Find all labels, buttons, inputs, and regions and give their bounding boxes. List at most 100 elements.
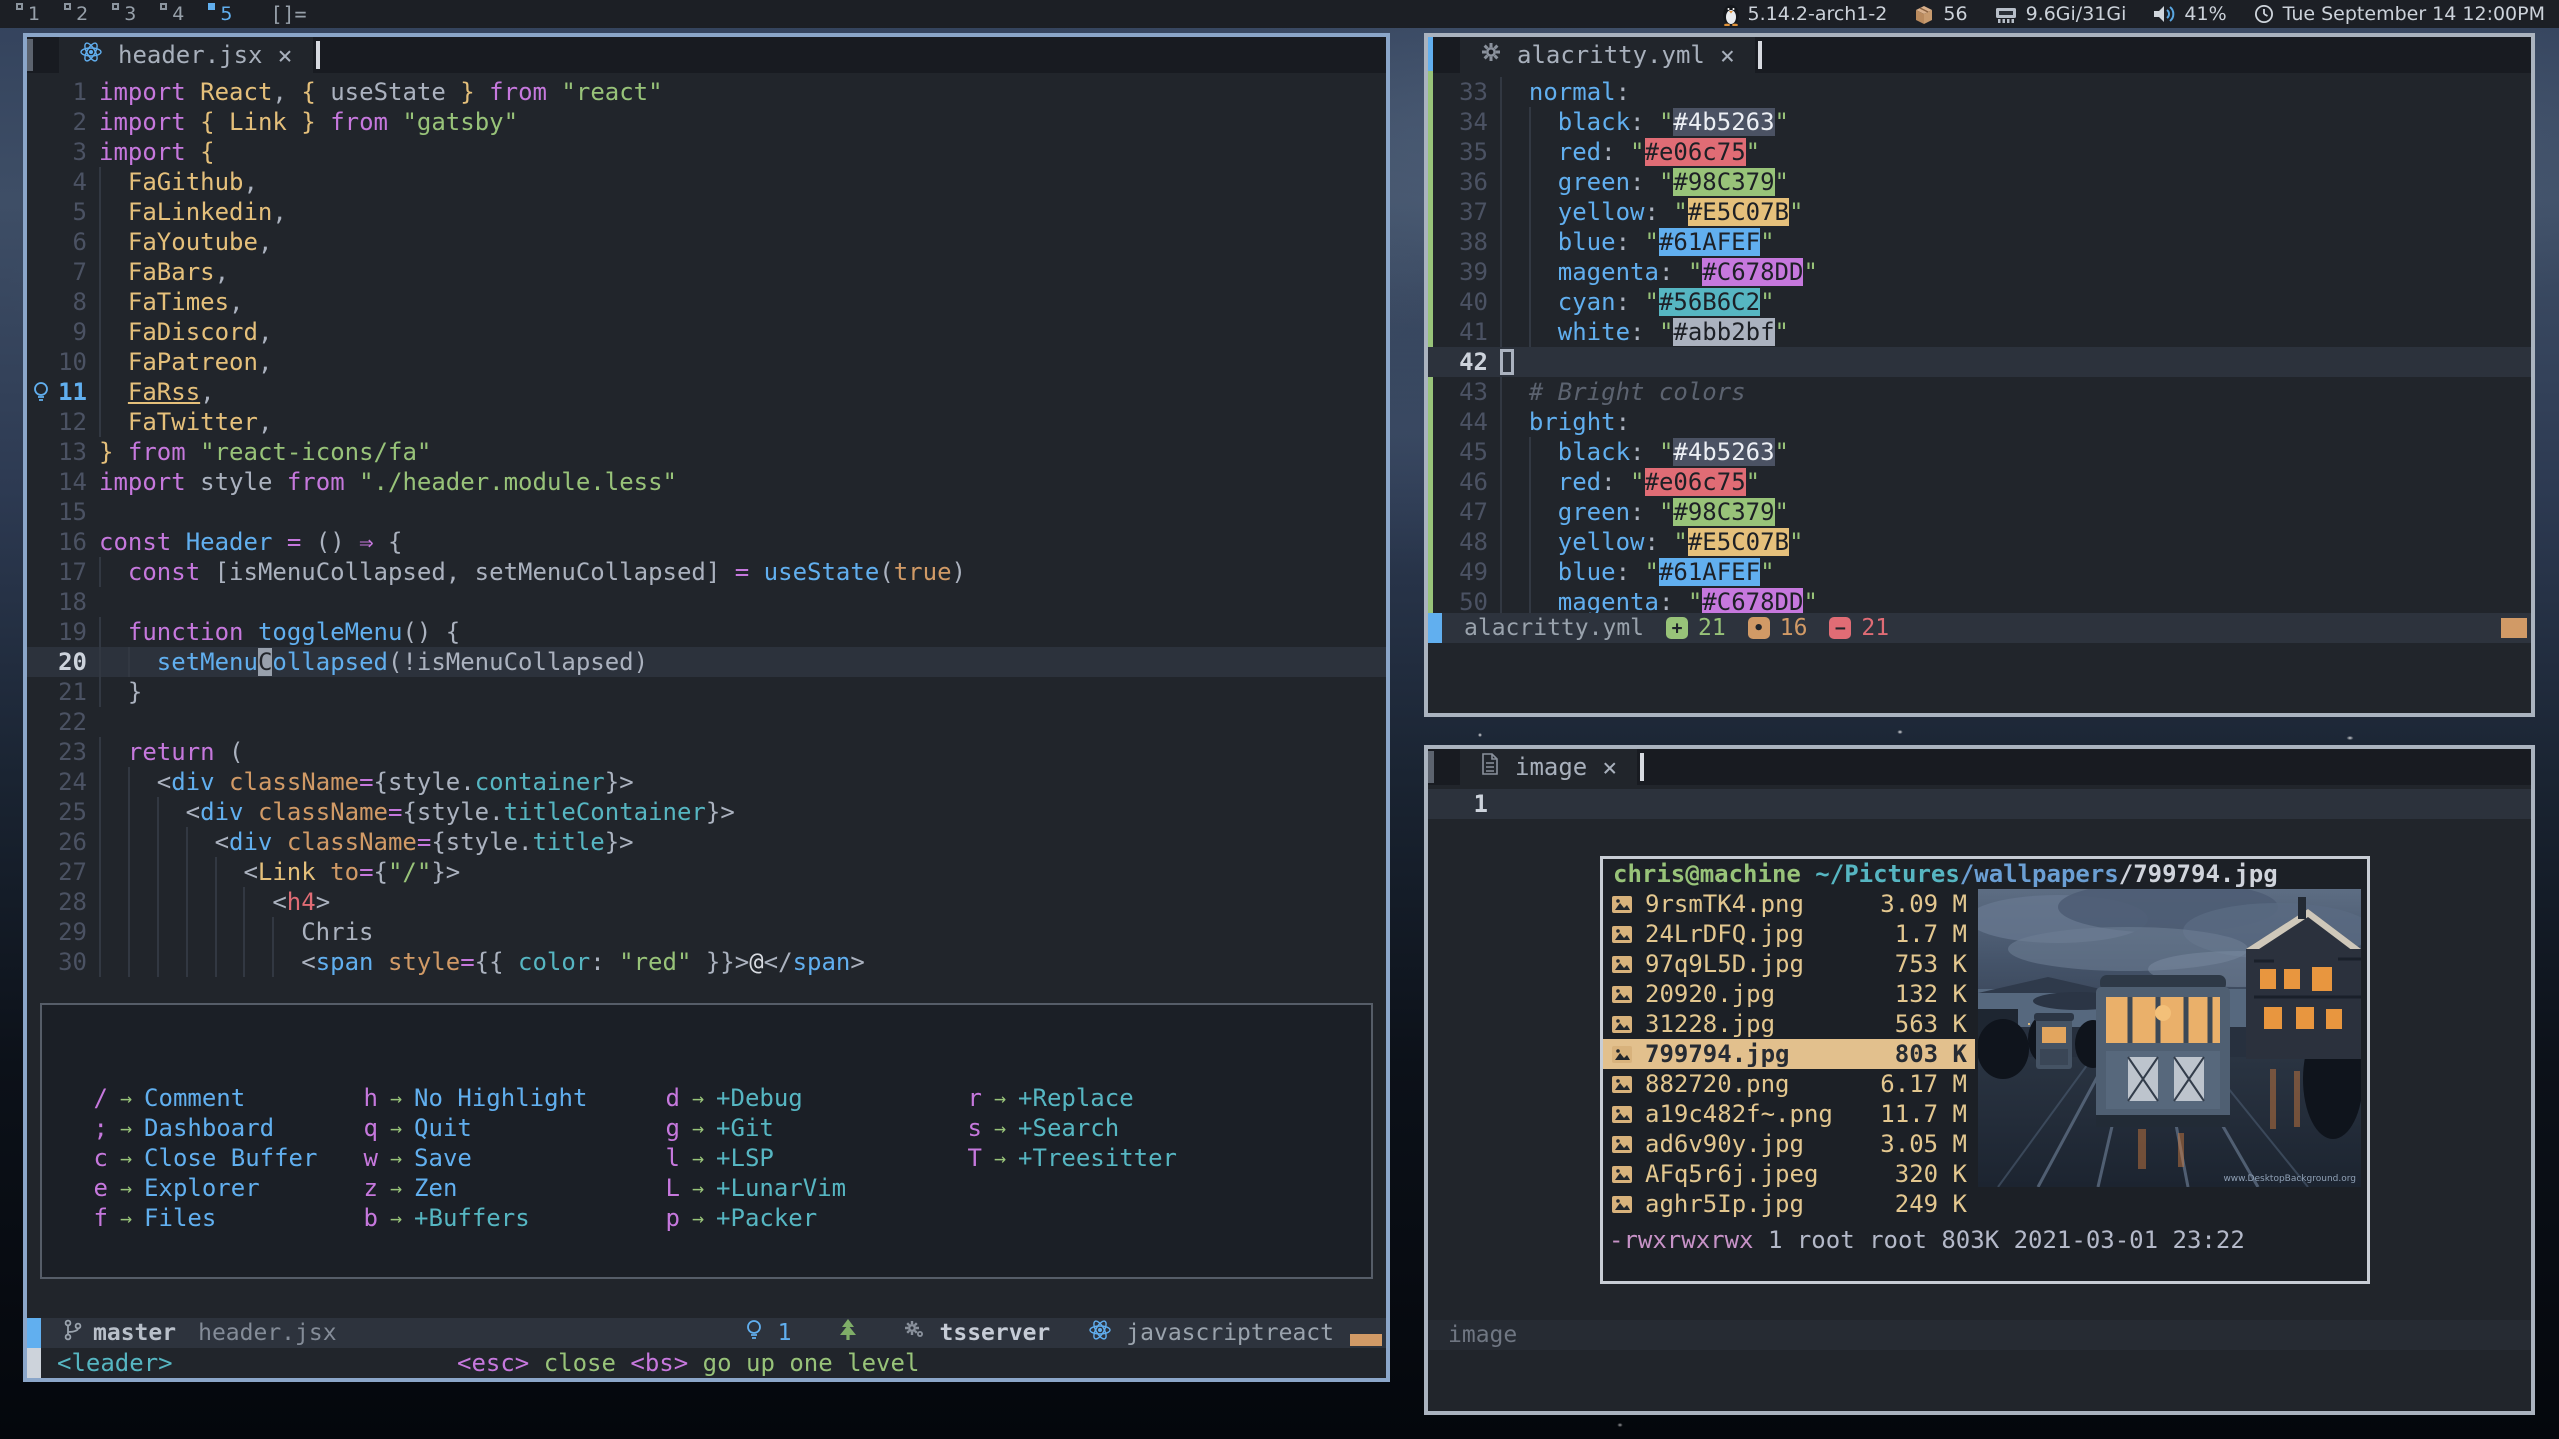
indent-guide: [1500, 287, 1529, 317]
keybinding--replace: r→+Replace: [960, 1083, 1177, 1113]
tab-title: header.jsx: [118, 41, 263, 69]
tab-alacritty-yml[interactable]: alacritty.yml ×: [1460, 37, 1755, 73]
file-row-ad6v90y.jpg[interactable]: ad6v90y.jpg3.05 M: [1603, 1129, 1975, 1159]
indent-guide: [99, 827, 128, 857]
layout-indicator[interactable]: []=: [270, 2, 306, 26]
code-buffer[interactable]: 1import React, { useState } from "react"…: [27, 73, 1386, 977]
keybinding-dashboard: ;→Dashboard: [86, 1113, 317, 1143]
file-row-97q9L5D.jpg[interactable]: 97q9L5D.jpg753 K: [1603, 949, 1975, 979]
file-row-31228.jpg[interactable]: 31228.jpg563 K: [1603, 1009, 1975, 1039]
close-icon[interactable]: ×: [1720, 41, 1735, 70]
code-line-37: 37yellow: "#E5C07B": [1428, 197, 2531, 227]
tabline-scroll-indicator: [1428, 751, 1434, 783]
diff-added-icon: +: [1666, 617, 1688, 639]
code-buffer[interactable]: 33normal:34black: "#4b5263"35red: "#e06c…: [1428, 73, 2531, 617]
indent-guide: [128, 947, 157, 977]
file-row-24LrDFQ.jpg[interactable]: 24LrDFQ.jpg1.7 M: [1603, 919, 1975, 949]
filetype: javascriptreact: [1126, 1320, 1334, 1346]
status-bar: 12345 []= 5.14.2-arch1-2569.6Gi/31Gi41%T…: [0, 0, 2559, 28]
code-line-3: 3import {: [27, 137, 1386, 167]
gear-icon: [1480, 41, 1502, 69]
code-line-34: 34black: "#4b5263": [1428, 107, 2531, 137]
workspace-4[interactable]: 4: [158, 3, 184, 25]
scroll-progress-indicator: [2501, 618, 2527, 638]
indent-guide: [1500, 527, 1529, 557]
statusline-filename: image: [1448, 1322, 1517, 1348]
file-row-a19c482f~.png[interactable]: a19c482f~.png11.7 M: [1603, 1099, 1975, 1129]
code-line-43: 43# Bright colors: [1428, 377, 2531, 407]
code-line-39: 39magenta: "#C678DD": [1428, 257, 2531, 287]
editor-window-image: image × 1 chris@machine ~/Pictures/wallp…: [1424, 745, 2535, 1415]
code-line-27: 27<Link to={"/"}>: [27, 857, 1386, 887]
line-number: 40: [1456, 287, 1488, 317]
line-number: 36: [1456, 167, 1488, 197]
line-number: 17: [55, 557, 87, 587]
keybinding--search: s→+Search: [960, 1113, 1177, 1143]
workspace-3[interactable]: 3: [110, 3, 136, 25]
tab-header-jsx[interactable]: header.jsx ×: [59, 37, 313, 73]
close-icon[interactable]: ×: [278, 41, 293, 70]
keybinding-explorer: e→Explorer: [86, 1173, 317, 1203]
lsp-server: tsserver: [940, 1320, 1051, 1346]
indent-guide: [1500, 407, 1529, 437]
indent-guide: [186, 917, 215, 947]
file-row-9rsmTK4.png[interactable]: 9rsmTK4.png3.09 M: [1603, 889, 1975, 919]
editor-window-alacritty-yml: alacritty.yml × 33normal:34black: "#4b52…: [1424, 33, 2535, 717]
workspace-1[interactable]: 1: [14, 3, 40, 25]
file-row-aghr5Ip.jpg[interactable]: aghr5Ip.jpg249 K: [1603, 1189, 1975, 1219]
statusline-filename: header.jsx: [198, 1320, 336, 1346]
code-buffer[interactable]: 1: [1428, 785, 2531, 819]
image-preview: www.DesktopBackground.org: [1978, 889, 2361, 1187]
code-line-25: 25<div className={style.titleContainer}>: [27, 797, 1386, 827]
indent-guide: [1500, 497, 1529, 527]
line-number: 34: [1456, 107, 1488, 137]
keybinding-comment: /→Comment: [86, 1083, 317, 1113]
indent-guide: [243, 917, 272, 947]
line-number: 14: [55, 467, 87, 497]
diff-added-count: 21: [1698, 615, 1726, 641]
tabline-cursor: [1640, 753, 1644, 781]
line-number: 35: [1456, 137, 1488, 167]
file-row-799794.jpg[interactable]: 799794.jpg803 K: [1603, 1039, 1975, 1069]
indent-guide: [1529, 287, 1558, 317]
line-number: 46: [1456, 467, 1488, 497]
image-file-icon: [1611, 1165, 1645, 1184]
diff-removed-icon: −: [1829, 617, 1851, 639]
file-row-20920.jpg[interactable]: 20920.jpg132 K: [1603, 979, 1975, 1009]
indent-guide: [1500, 167, 1529, 197]
code-line-13: 13} from "react-icons/fa": [27, 437, 1386, 467]
line-number: 22: [55, 707, 87, 737]
editor-window-header-jsx: header.jsx × 1import React, { useState }…: [23, 33, 1390, 1382]
close-icon[interactable]: ×: [1602, 753, 1617, 782]
workspace-5[interactable]: 5: [206, 3, 232, 25]
line-number: 2: [55, 107, 87, 137]
statusline: image: [1428, 1320, 2531, 1350]
keybinding-save: w→Save: [356, 1143, 587, 1173]
image-file-icon: [1611, 1075, 1645, 1094]
workspace-2[interactable]: 2: [62, 3, 88, 25]
indent-guide: [1500, 107, 1529, 137]
tabline: alacritty.yml ×: [1428, 37, 2531, 73]
code-line-4: 4FaGithub,: [27, 167, 1386, 197]
code-line-46: 46red: "#e06c75": [1428, 467, 2531, 497]
indent-guide: [128, 827, 157, 857]
line-number: 44: [1456, 407, 1488, 437]
line-number: 5: [55, 197, 87, 227]
file-row-AFq5r6j.jpeg[interactable]: AFq5r6j.jpeg320 K: [1603, 1159, 1975, 1189]
file-row-882720.png[interactable]: 882720.png6.17 M: [1603, 1069, 1975, 1099]
code-line-2: 2import { Link } from "gatsby": [27, 107, 1386, 137]
code-line-40: 40cyan: "#56B6C2": [1428, 287, 2531, 317]
indent-guide: [99, 767, 128, 797]
tab-image[interactable]: image ×: [1460, 749, 1637, 785]
keybinding-quit: q→Quit: [356, 1113, 587, 1143]
cmdline-block: [27, 1348, 41, 1378]
indent-guide: [1500, 317, 1529, 347]
indent-guide: [99, 167, 128, 197]
image-file-icon: [1611, 1045, 1645, 1064]
treesitter-icon: [838, 1318, 858, 1348]
line-number: 4: [55, 167, 87, 197]
diff-changed-icon: •: [1748, 617, 1770, 639]
indent-guide: [157, 947, 186, 977]
clock-icon: [2253, 3, 2275, 25]
line-number: 27: [55, 857, 87, 887]
